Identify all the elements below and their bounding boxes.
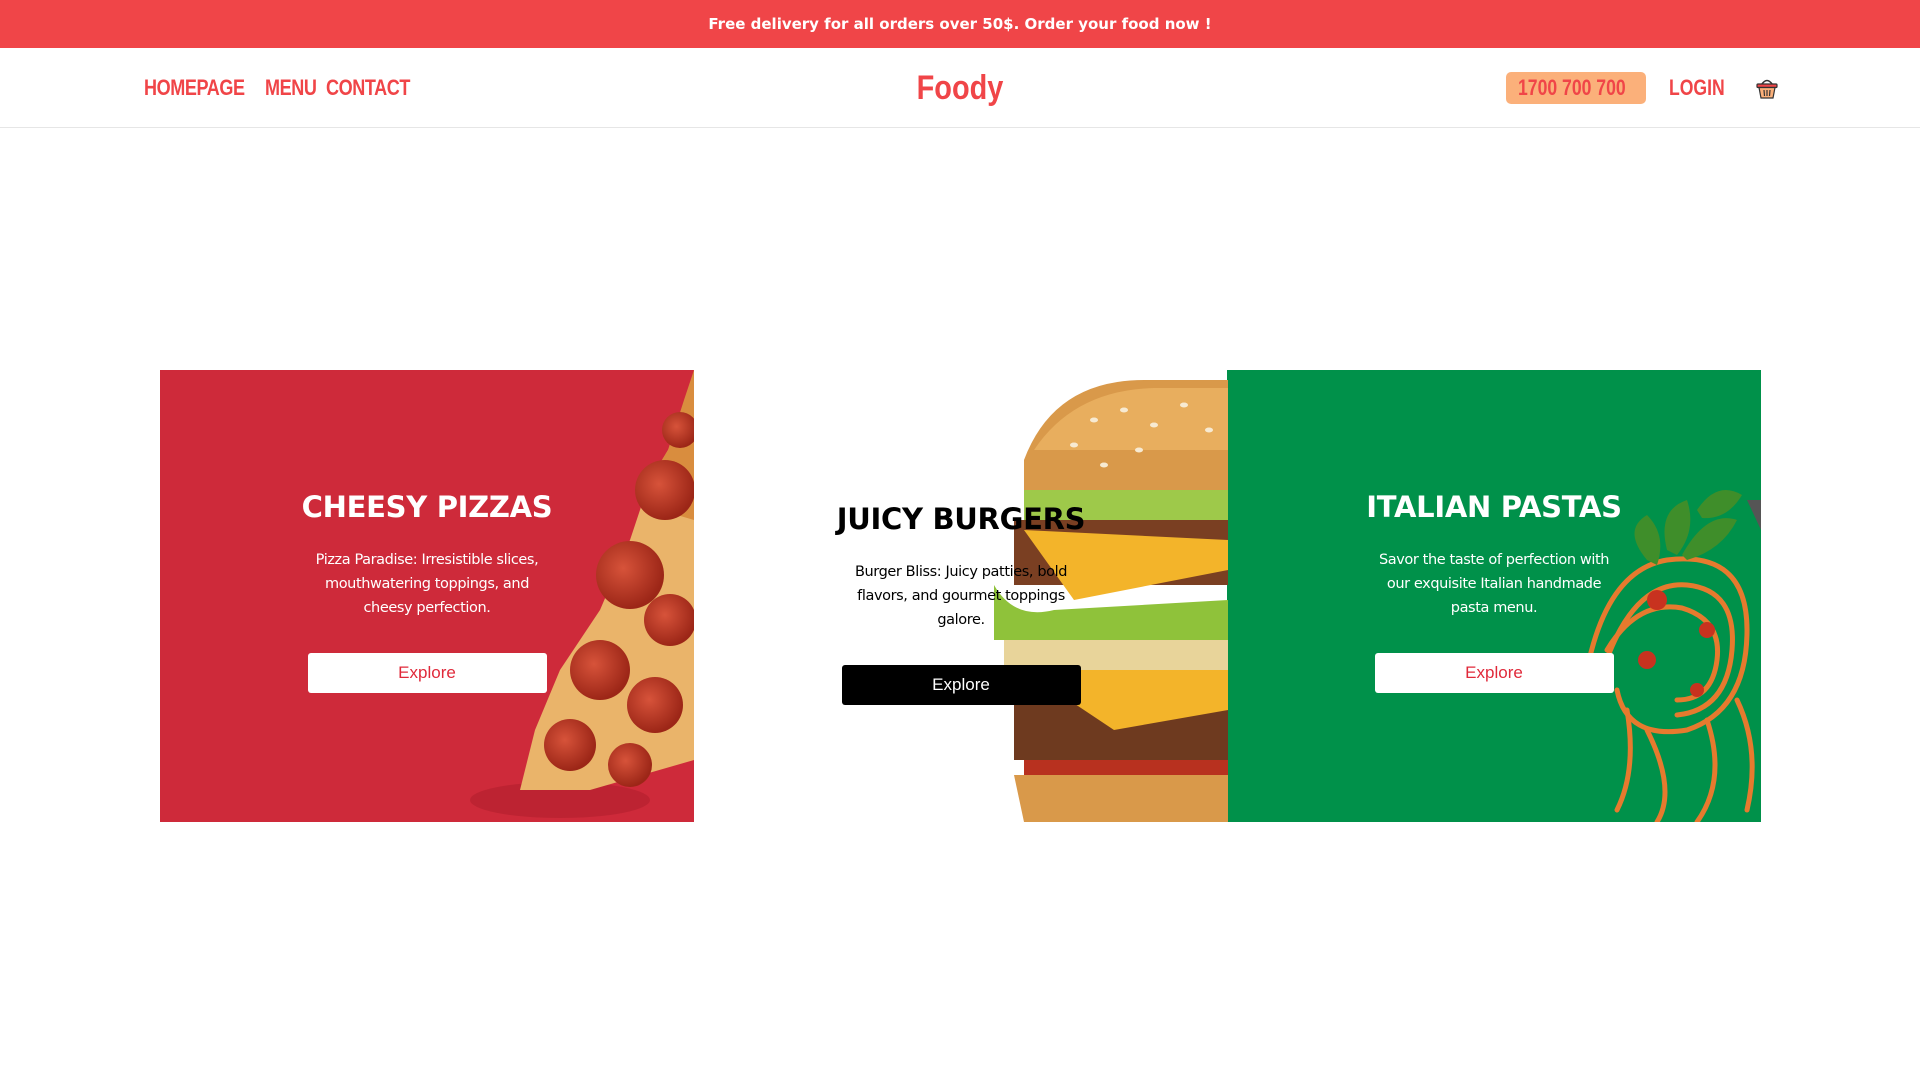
main-nav: HOMEPAGE MENU CONTACT — [144, 48, 428, 128]
nav-contact-link[interactable]: CONTACT — [326, 75, 410, 101]
site-header: HOMEPAGE MENU CONTACT Foody 1700 700 700… — [0, 48, 1920, 128]
burger-card: JUICY BURGERS Burger Bliss: Juicy pattie… — [694, 370, 1228, 822]
burger-card-description: Burger Bliss: Juicy patties, bold flavor… — [854, 564, 1068, 628]
pizza-explore-button[interactable]: Explore — [307, 653, 547, 693]
pizza-card: CHEESY PIZZAS Pizza Paradise: Irresistib… — [160, 370, 694, 822]
pasta-card-description: Savor the taste of perfection with our e… — [1378, 552, 1610, 616]
nav-menu-link[interactable]: MENU — [265, 75, 317, 101]
nav-homepage-link[interactable]: HOMEPAGE — [144, 75, 245, 101]
announcement-bar: Free delivery for all orders over 50$. O… — [0, 0, 1920, 48]
pizza-card-content: CHEESY PIZZAS Pizza Paradise: Irresistib… — [160, 490, 694, 693]
header-actions: 1700 700 700 LOGIN — [1506, 48, 1780, 128]
pizza-card-description: Pizza Paradise: Irresistible slices, mou… — [315, 552, 539, 616]
site-logo[interactable]: Foody — [917, 69, 1004, 108]
basket-icon[interactable] — [1754, 75, 1780, 101]
phone-button[interactable]: 1700 700 700 — [1506, 72, 1647, 104]
phone-number: 1700 700 700 — [1518, 75, 1626, 100]
announcement-text: Free delivery for all orders over 50$. O… — [708, 15, 1212, 33]
pizza-card-title: CHEESY PIZZAS — [301, 490, 553, 524]
pasta-explore-button[interactable]: Explore — [1374, 653, 1614, 693]
pasta-card: ITALIAN PASTAS Savor the taste of perfec… — [1227, 370, 1761, 822]
burger-explore-button[interactable]: Explore — [841, 665, 1081, 705]
pasta-card-title: ITALIAN PASTAS — [1366, 490, 1622, 524]
burger-card-title: JUICY BURGERS — [836, 502, 1086, 536]
login-link[interactable]: LOGIN — [1669, 75, 1725, 101]
pasta-card-content: ITALIAN PASTAS Savor the taste of perfec… — [1227, 490, 1761, 693]
burger-card-content: JUICY BURGERS Burger Bliss: Juicy pattie… — [694, 502, 1228, 705]
